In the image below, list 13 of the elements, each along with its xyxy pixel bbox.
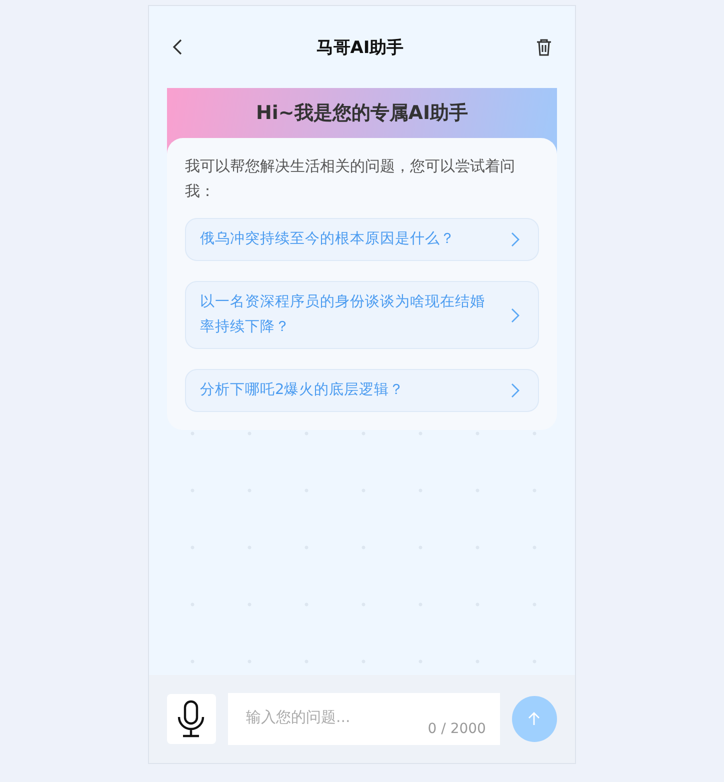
- intro-text: 我可以帮您解决生活相关的问题，您可以尝试着问我：: [185, 156, 516, 202]
- suggestion-item[interactable]: 以一名资深程序员的身份谈谈为啥现在结婚率持续下降？: [185, 281, 539, 349]
- trash-icon[interactable]: [534, 38, 553, 56]
- chevron-icon: [511, 232, 520, 247]
- microphone-icon[interactable]: [167, 694, 216, 744]
- suggestion-item[interactable]: 俄乌冲突持续至今的根本原因是什么？: [185, 218, 539, 261]
- chevron-icon: [511, 308, 520, 322]
- suggestion-item[interactable]: 分析下哪吒2爆火的底层逻辑？: [185, 369, 539, 412]
- welcome-title: Hi~我是您的专属AI助手: [256, 101, 468, 126]
- page-title: 马哥AI助手: [316, 36, 404, 58]
- arrow-up-icon: [528, 712, 540, 726]
- character-counter: 0 / 2000: [428, 721, 486, 737]
- chevron-icon: [511, 383, 520, 398]
